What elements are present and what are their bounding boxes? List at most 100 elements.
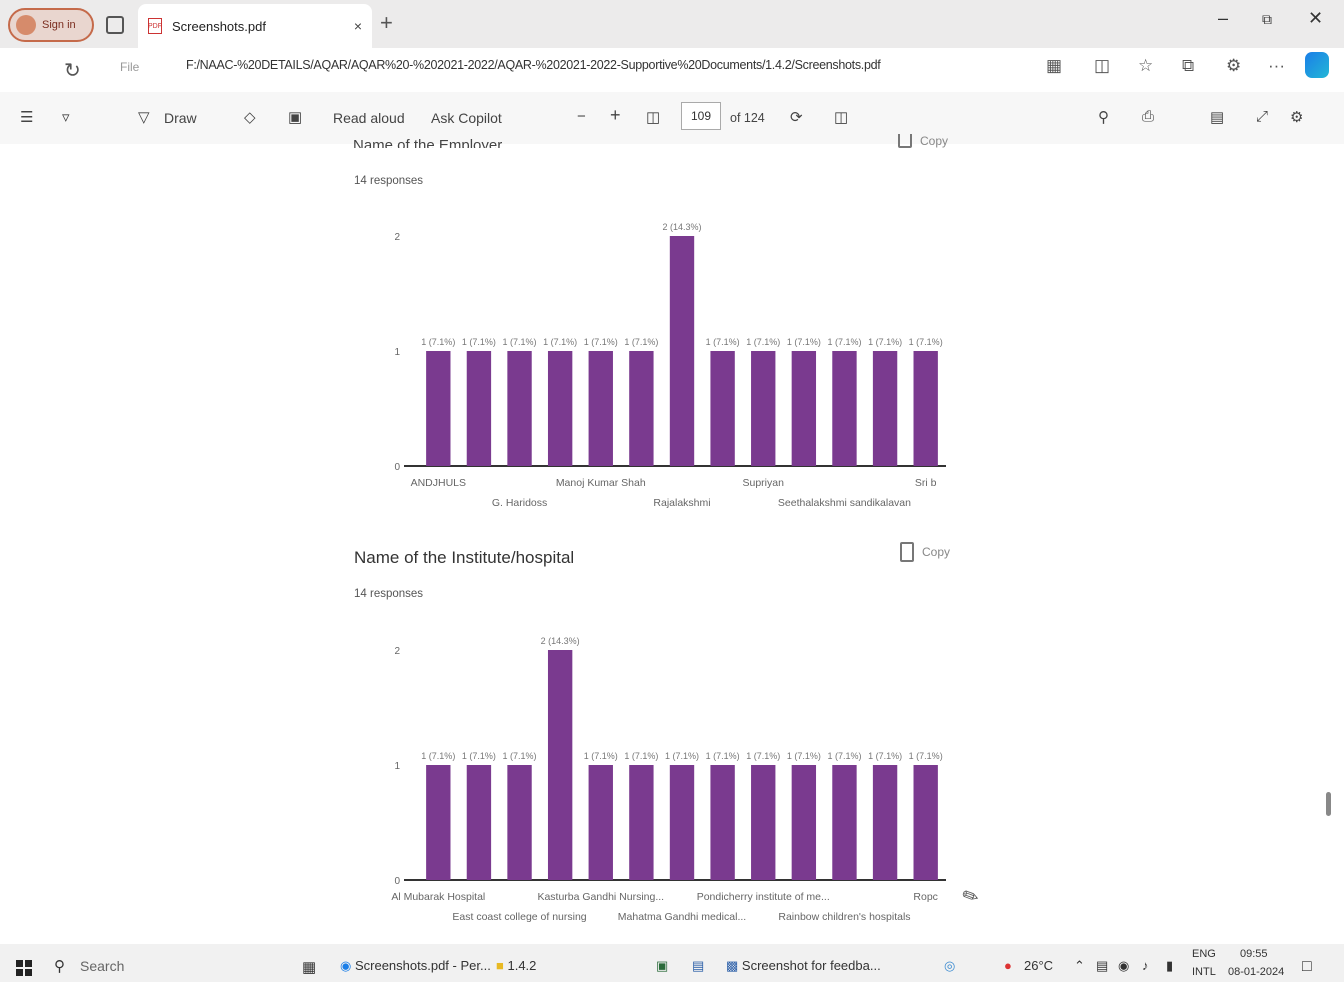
draw-button[interactable]: Draw <box>164 110 197 126</box>
search-icon[interactable]: ⚲ <box>54 957 65 975</box>
chart-bar <box>791 351 817 466</box>
chart-bar <box>751 351 776 466</box>
x-tick-label: Rajalakshmi <box>653 497 710 509</box>
institute-bar-chart: 0 1 2 1 (7.1%) 1 (7.1%) 1 (7.1%) 2 (14.3%) 1 (7… <box>391 636 946 923</box>
ask-copilot-button[interactable]: Ask Copilot <box>431 110 502 126</box>
chart-bar <box>426 765 451 880</box>
text-box-icon[interactable]: ▣ <box>288 108 302 126</box>
bluetooth-icon[interactable]: ◎ <box>944 958 955 974</box>
search-pdf-icon[interactable]: ⚲ <box>1098 108 1109 126</box>
chart-bar <box>426 351 451 466</box>
read-mode-icon[interactable]: ▦ <box>1046 56 1062 76</box>
reload-icon[interactable]: ↻ <box>64 58 81 83</box>
volume-icon[interactable]: ♪ <box>1142 958 1149 973</box>
save-icon[interactable]: ▤ <box>1210 108 1224 126</box>
bar-data-label: 1 (7.1%) <box>503 751 537 761</box>
store-icon[interactable]: ▣ <box>656 958 668 974</box>
copy-icon <box>900 542 914 562</box>
q2-copy-button[interactable]: Copy <box>900 542 950 562</box>
rotate-icon[interactable]: ⟳ <box>790 108 803 126</box>
bar-data-label: 1 (7.1%) <box>624 751 658 761</box>
taskbar-app1-label: Screenshots.pdf - Per... <box>354 958 491 973</box>
x-tick-label: Manoj Kumar Shah <box>556 477 646 489</box>
taskbar-app-edge[interactable]: ◉ Screenshots.pdf - Per... <box>340 958 491 974</box>
tab-close-button[interactable]: × <box>354 18 362 34</box>
chart-bar <box>588 765 613 880</box>
chart-bar <box>913 351 938 466</box>
q2-title: Name of the Institute/hospital <box>354 548 575 567</box>
chart-bar <box>832 351 857 466</box>
chart-bar <box>629 765 654 880</box>
bar-data-label: 1 (7.1%) <box>421 751 455 761</box>
settings-icon[interactable]: ⚙ <box>1290 108 1303 126</box>
fit-page-icon[interactable]: ◫ <box>646 108 660 126</box>
edit-pencil-icon[interactable]: ✏ <box>958 882 982 911</box>
restore-button[interactable]: ⧉ <box>1262 11 1272 28</box>
taskbar-search-box[interactable]: Search <box>80 958 124 974</box>
language-primary[interactable]: ENG <box>1192 948 1216 960</box>
tray-chevron-icon[interactable]: ⌃ <box>1074 958 1085 974</box>
draw-icon[interactable]: ▽ <box>138 108 150 126</box>
favorites-icon[interactable]: ☆ <box>1138 56 1153 76</box>
split-screen-icon[interactable]: ◫ <box>1094 56 1110 76</box>
folder-icon: ■ <box>496 958 504 973</box>
q2-copy-label: Copy <box>922 545 951 559</box>
chart-bar <box>547 650 573 880</box>
weather-icon[interactable]: ● <box>1004 958 1012 973</box>
erase-icon[interactable]: ◇ <box>244 108 256 126</box>
copy-icon <box>898 134 912 148</box>
collections-icon[interactable]: ⧉ <box>1182 56 1194 76</box>
language-secondary[interactable]: INTL <box>1192 966 1216 978</box>
highlight-filter-icon[interactable]: ▿ <box>62 108 70 126</box>
close-window-button[interactable]: ✕ <box>1308 8 1323 29</box>
windows-start-icon[interactable] <box>16 960 32 976</box>
file-scheme-label: File <box>120 60 140 74</box>
taskbar-app3-label: Screenshot for feedba... <box>741 958 881 973</box>
x-tick-label: Sri b <box>915 477 937 489</box>
print-icon[interactable]: ⎙ <box>1142 108 1154 125</box>
copilot-icon[interactable] <box>1305 52 1329 78</box>
bar-data-label: 1 (7.1%) <box>421 337 455 347</box>
page-total-label: of 124 <box>730 111 765 125</box>
tab-screenshots-pdf[interactable]: PDF Screenshots.pdf × <box>138 4 372 48</box>
scrollbar-thumb[interactable] <box>1326 792 1331 816</box>
notifications-icon[interactable]: □ <box>1302 958 1312 976</box>
zoom-in-button[interactable]: + <box>610 105 621 126</box>
bar-data-label: 1 (7.1%) <box>584 751 618 761</box>
x-tick-label: Rainbow children's hospitals <box>778 911 910 923</box>
clock-time[interactable]: 09:55 <box>1240 948 1268 960</box>
new-tab-button[interactable]: + <box>380 10 393 36</box>
x-tick-label: Seethalakshmi sandikalavan <box>778 497 911 509</box>
word-icon: ▩ <box>726 958 739 973</box>
chart-bar <box>710 765 735 880</box>
x-tick-label: G. Haridoss <box>492 497 547 509</box>
wifi-icon[interactable]: ◉ <box>1118 958 1129 974</box>
contents-icon[interactable]: ☰ <box>20 108 33 126</box>
tab-actions-icon[interactable] <box>106 16 124 34</box>
network-icon[interactable]: ▤ <box>1096 958 1108 974</box>
temperature-label[interactable]: 26°C <box>1024 958 1053 973</box>
y-tick-label: 2 <box>394 232 400 243</box>
extensions-icon[interactable]: ⚙ <box>1226 56 1241 76</box>
page-number-input[interactable]: 109 <box>681 102 721 130</box>
bar-data-label: 1 (7.1%) <box>787 337 821 347</box>
more-menu-button[interactable]: ··· <box>1268 56 1285 76</box>
taskbar-app-folder[interactable]: ■ 1.4.2 <box>496 958 536 973</box>
battery-icon[interactable]: ▮ <box>1166 958 1173 974</box>
read-aloud-button[interactable]: Read aloud <box>333 110 405 126</box>
y-tick-label: 0 <box>394 876 400 887</box>
taskbar-app-word[interactable]: ▩ Screenshot for feedba... <box>726 958 881 974</box>
clock-date[interactable]: 08-01-2024 <box>1228 966 1284 978</box>
sign-in-button[interactable]: Sign in <box>8 8 94 42</box>
chart-bar <box>669 765 695 880</box>
zoom-out-button[interactable]: − <box>577 108 586 125</box>
y-tick-label: 1 <box>394 761 400 772</box>
expand-icon[interactable]: ⤢ <box>1256 108 1268 125</box>
task-view-icon[interactable]: ▦ <box>302 958 316 976</box>
url-field[interactable]: F:/NAAC-%20DETAILS/AQAR/AQAR%20-%202021-… <box>186 58 976 72</box>
cut-copy-button[interactable]: Copy <box>898 134 948 148</box>
bar-data-label: 2 (14.3%) <box>541 636 580 646</box>
page-view-icon[interactable]: ◫ <box>834 108 848 126</box>
explorer-icon[interactable]: ▤ <box>692 958 704 974</box>
minimize-button[interactable]: – <box>1218 8 1228 29</box>
